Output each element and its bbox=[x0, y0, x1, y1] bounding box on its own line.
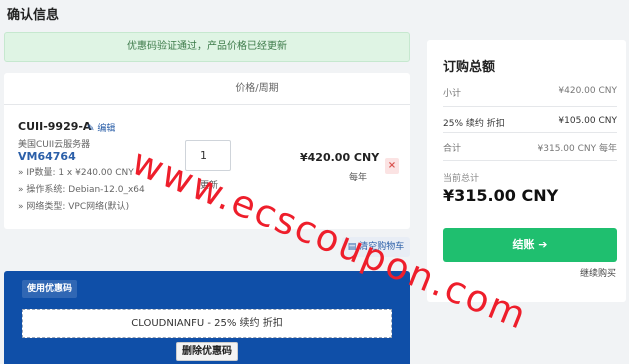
quantity-input[interactable]: 1 bbox=[185, 140, 231, 171]
promo-heading[interactable]: 使用优惠码 bbox=[22, 280, 78, 298]
update-quantity-link[interactable]: 更新 bbox=[200, 178, 218, 191]
product-option: » IP数量: 1 x ¥240.00 CNY bbox=[18, 168, 134, 178]
due-amount: ¥315.00 CNY bbox=[443, 186, 559, 205]
divider bbox=[443, 106, 617, 107]
total-row: 合计 ¥315.00 CNY 每年 bbox=[443, 141, 617, 154]
summary-title: 订购总额 bbox=[443, 60, 496, 75]
subtotal-value: ¥420.00 CNY bbox=[558, 86, 617, 96]
cart-header-price: 价格/周期 bbox=[4, 73, 410, 105]
edit-product-link[interactable]: ✎ 编辑 bbox=[87, 121, 115, 134]
page-title: 确认信息 bbox=[7, 8, 60, 23]
applied-promo-code: CLOUDNIANFU - 25% 续约 折扣 bbox=[22, 309, 392, 338]
continue-shopping-link[interactable]: 继续购买 bbox=[580, 266, 616, 279]
edit-label: 编辑 bbox=[97, 124, 116, 134]
page-header: 确认信息 bbox=[0, 0, 629, 26]
promo-panel: 使用优惠码 CLOUDNIANFU - 25% 续约 折扣 删除优惠码 bbox=[4, 271, 410, 364]
order-summary: 订购总额 小计 ¥420.00 CNY 25% 续约 折扣 ¥105.00 CN… bbox=[427, 40, 626, 302]
subtotal-row: 小计 ¥420.00 CNY bbox=[443, 86, 617, 99]
remove-item-button[interactable]: × bbox=[385, 158, 399, 174]
divider bbox=[443, 132, 617, 133]
subtotal-label: 小计 bbox=[443, 89, 462, 99]
product-group: 美国CUII云服务器 bbox=[18, 140, 91, 150]
close-icon: × bbox=[387, 160, 397, 171]
product-option: » 操作系统: Debian-12.0_x64 bbox=[18, 185, 145, 195]
product-options: » IP数量: 1 x ¥240.00 CNY » 操作系统: Debian-1… bbox=[18, 166, 145, 217]
product-hostname: VM64764 bbox=[18, 150, 76, 163]
checkout-button[interactable]: 结账 ➔ bbox=[443, 228, 617, 262]
pencil-icon: ✎ bbox=[87, 124, 95, 134]
remove-promo-button[interactable]: 删除优惠码 bbox=[176, 342, 238, 361]
product-cycle: 每年 bbox=[349, 173, 368, 183]
cart-card: 价格/周期 CUII-9929-A ✎ 编辑 美国CUII云服务器 VM6476… bbox=[4, 73, 410, 229]
empty-cart-button[interactable]: ▤ 清空购物车 bbox=[342, 237, 410, 257]
empty-cart-label: 清空购物车 bbox=[359, 242, 405, 252]
product-option: » 网络类型: VPC网络(默认) bbox=[18, 202, 130, 212]
trash-icon: ▤ bbox=[347, 242, 357, 252]
due-label: 当前总计 bbox=[443, 174, 480, 184]
discount-row: 25% 续约 折扣 ¥105.00 CNY bbox=[443, 116, 617, 129]
divider bbox=[443, 160, 617, 161]
product-name: CUII-9929-A bbox=[18, 120, 92, 133]
product-price: ¥420.00 CNY bbox=[300, 151, 380, 164]
discount-value: ¥105.00 CNY bbox=[558, 116, 617, 126]
total-label: 合计 bbox=[443, 144, 462, 154]
total-value: ¥315.00 CNY 每年 bbox=[537, 144, 617, 154]
promo-success-alert: 优惠码验证通过，产品价格已经更新 bbox=[4, 32, 410, 62]
discount-label: 25% 续约 折扣 bbox=[443, 119, 505, 129]
